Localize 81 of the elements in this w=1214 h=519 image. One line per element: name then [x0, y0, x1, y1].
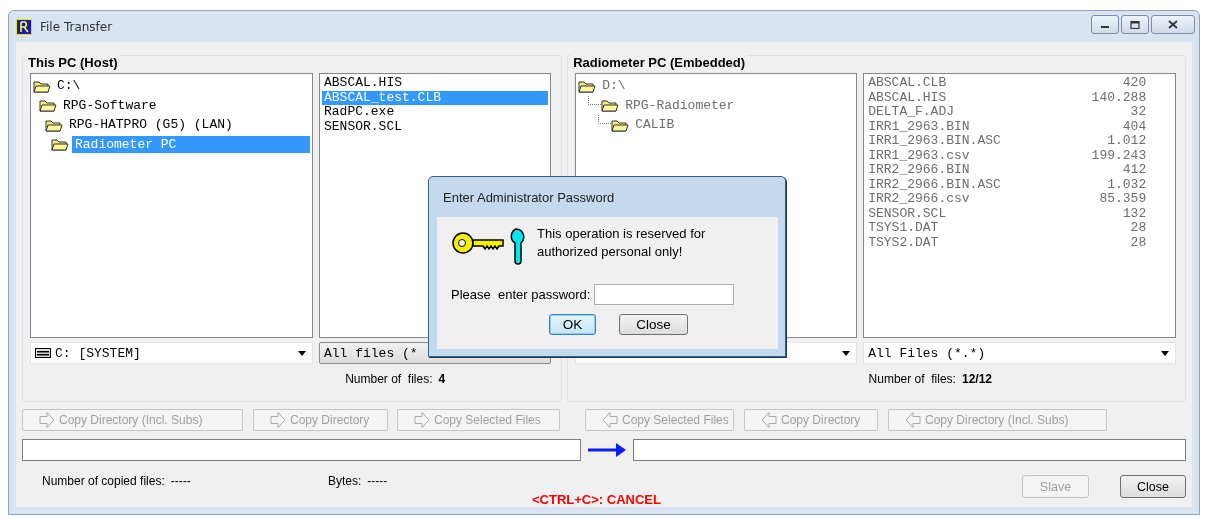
maximize-icon	[1130, 20, 1140, 29]
tree-item[interactable]: Radiometer PC	[72, 135, 310, 153]
file-size: 28	[1129, 221, 1147, 236]
password-field[interactable]	[594, 284, 735, 305]
tree-item[interactable]: C:\	[54, 77, 84, 95]
tree-line	[588, 95, 602, 105]
app-icon	[16, 18, 32, 35]
file-size: 140.288	[1090, 90, 1147, 105]
file-item[interactable]: ABSCAL_test.CLB	[322, 90, 548, 105]
file-name: IRR1_2963.BIN.ASC	[868, 134, 1002, 149]
file-size: 420	[1121, 76, 1147, 91]
right-arrow-icon	[39, 412, 55, 428]
password-label: Please enter password:	[451, 287, 591, 302]
folder-icon	[51, 137, 69, 152]
file-name: IRR1_2963.BIN	[868, 119, 971, 134]
drive-icon	[35, 348, 51, 358]
file-name: ABSCAL.CLB	[868, 76, 948, 91]
dialog-message: This operation is reserved for authorized personal only!	[537, 225, 707, 261]
folder-icon	[611, 117, 630, 132]
left-arrow-icon	[761, 412, 777, 428]
tree-line	[598, 115, 612, 124]
dialog-button[interactable]: Close	[619, 314, 688, 335]
copied-files-label: Number of copied files:	[42, 474, 165, 488]
tree-item[interactable]: RPG-HATPRO (G5) (LAN)	[66, 116, 236, 134]
bytes-value: -----	[367, 474, 388, 488]
window-title: File Transfer	[40, 19, 113, 34]
folder-icon	[578, 78, 597, 93]
file-count-label: Number of files:	[345, 372, 433, 386]
close-button[interactable]	[1151, 15, 1195, 34]
tree-item[interactable]: RPG-Software	[60, 96, 160, 114]
file-name: IRR2_2966.BIN	[868, 163, 971, 178]
copied-files-value: -----	[170, 474, 191, 488]
direction-arrow-icon	[588, 443, 626, 457]
file-name: TSYS1.DAT	[868, 221, 940, 236]
file-item[interactable]: ABSCAL.HIS	[322, 76, 548, 91]
file-size: 85.359	[1098, 192, 1147, 207]
filter-value: All files (*	[324, 345, 418, 361]
file-size: 404	[1121, 119, 1147, 134]
file-size: 412	[1121, 163, 1147, 178]
cancel-hint: <CTRL+C>: CANCEL	[532, 491, 661, 507]
dropdown-arrow-icon	[298, 350, 306, 356]
drive-dropdown[interactable]: C: [SYSTEM]	[30, 342, 313, 364]
file-size: 199.243	[1090, 148, 1147, 163]
drive-value: C: [SYSTEM]	[55, 345, 141, 361]
file-size: 132	[1121, 206, 1147, 221]
file-item[interactable]: SENSOR.SCL	[322, 119, 548, 134]
dialog-title: Enter Administrator Password	[442, 188, 616, 207]
dialog-button[interactable]: Close	[1120, 475, 1186, 498]
folder-icon	[45, 117, 63, 132]
file-size: 1.032	[1106, 177, 1147, 192]
dropdown-arrow-icon	[1161, 350, 1170, 356]
minimize-button[interactable]	[1091, 15, 1119, 34]
dialog-button[interactable]: OK	[549, 314, 596, 335]
group-title: Radiometer PC (Embedded)	[571, 55, 748, 70]
right-arrow-icon	[414, 412, 430, 428]
filter-value: All Files (*.*)	[868, 345, 986, 361]
file-name: SENSOR.SCL	[868, 206, 948, 221]
folder-icon	[33, 78, 51, 93]
file-name: IRR2_2966.csv	[868, 192, 971, 207]
file-size: 28	[1129, 235, 1147, 250]
file-name: TSYS2.DAT	[868, 235, 940, 250]
file-count-label: Number of files:	[868, 372, 956, 386]
close-icon	[1167, 20, 1179, 29]
group-title: This PC (Host)	[26, 55, 120, 70]
file-name: ABSCAL.HIS	[868, 90, 948, 105]
dropdown-arrow-icon	[842, 350, 851, 356]
file-name: DELTA_F.ADJ	[868, 105, 956, 120]
file-item[interactable]: RadPC.exe	[322, 105, 548, 120]
maximize-button[interactable]	[1121, 15, 1149, 34]
left-arrow-icon	[602, 412, 618, 428]
folder-icon	[39, 98, 57, 113]
folder-icon	[601, 98, 620, 113]
file-name: IRR2_2966.BIN.ASC	[868, 177, 1002, 192]
file-count: 4	[438, 372, 446, 386]
right-arrow-icon	[270, 412, 286, 428]
left-arrow-icon	[905, 412, 921, 428]
file-size: 32	[1129, 105, 1147, 120]
file-count: 12/12	[961, 372, 992, 386]
file-size: 1.012	[1106, 134, 1147, 149]
bytes-label: Bytes:	[328, 474, 362, 488]
file-name: IRR1_2963.csv	[868, 148, 971, 163]
